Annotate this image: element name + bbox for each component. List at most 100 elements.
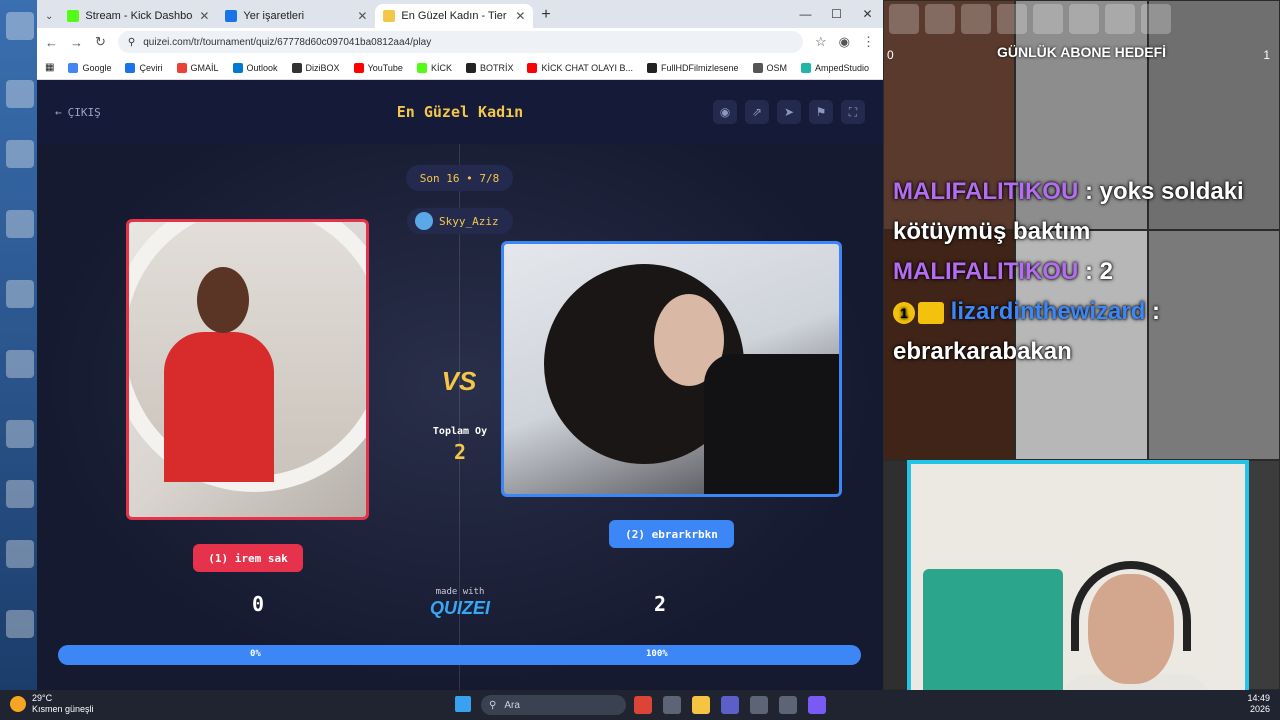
webcam-feed: [907, 460, 1249, 690]
bookmark-label: DiziBOX: [305, 62, 340, 73]
window-controls: — ☐ ✕: [790, 0, 883, 28]
desktop-icon[interactable]: [6, 80, 34, 108]
chat-overlay: MALIFALITIKOU : yoks soldaki kötüymüş ba…: [893, 172, 1273, 372]
app-shortcut-icon[interactable]: [889, 4, 919, 34]
back-button[interactable]: ←: [45, 35, 58, 50]
tab-search-icon[interactable]: ⌄: [45, 11, 53, 22]
clock[interactable]: 14:49 2026: [1247, 693, 1270, 715]
time: 14:49: [1247, 693, 1270, 703]
app-shortcut-icon[interactable]: [1141, 4, 1171, 34]
steam-icon[interactable]: [1033, 4, 1063, 34]
vote-progress-bar: 0% 100%: [58, 645, 861, 665]
send-icon[interactable]: ➤: [777, 100, 801, 124]
desktop-icon[interactable]: [6, 210, 34, 238]
desktop-icon[interactable]: [6, 280, 34, 308]
start-button[interactable]: [455, 696, 471, 712]
kick-icon: [416, 62, 427, 73]
kick-icon: [67, 10, 80, 22]
chrome-icon[interactable]: [634, 696, 652, 714]
chat-username: lizardinthewizard: [950, 298, 1146, 325]
chat-message: MALIFALITIKOU : 2: [893, 252, 1273, 292]
contestant-left-name[interactable]: (1) irem sak: [193, 544, 303, 572]
bookmark-osm[interactable]: OSM: [752, 62, 787, 73]
bookmark-google[interactable]: Google: [68, 62, 111, 73]
bookmark-fullhd[interactable]: FullHDFilmizlesene: [647, 62, 739, 73]
desktop-icon[interactable]: [6, 420, 34, 448]
exit-button[interactable]: ← ÇIKIŞ: [55, 106, 101, 119]
desktop-icon[interactable]: [6, 140, 34, 168]
app-shortcut-icon[interactable]: [1069, 4, 1099, 34]
contestant-right-name[interactable]: (2) ebrarkrbkn: [609, 520, 734, 548]
bookmark-label: KİCK CHAT OLAYI B...: [541, 62, 633, 73]
teams-icon[interactable]: [721, 696, 739, 714]
obs-icon[interactable]: [961, 4, 991, 34]
menu-icon[interactable]: ⋮: [862, 34, 875, 50]
bookmark-dizibox[interactable]: DiziBOX: [291, 62, 340, 73]
bookmark-label: BOTRİX: [479, 62, 514, 73]
desktop-icon[interactable]: [6, 610, 34, 638]
app-icon[interactable]: [663, 696, 681, 714]
taskbar-search[interactable]: ⚲ Ara: [481, 695, 626, 715]
bookmark-outlook[interactable]: Outlook: [232, 62, 278, 73]
bookmark-youtube[interactable]: YouTube: [353, 62, 403, 73]
bookmark-amped[interactable]: AmpedStudio: [801, 62, 869, 73]
contestant-left-card[interactable]: [126, 219, 369, 520]
site-info-icon[interactable]: ⚲: [128, 37, 135, 48]
apps-icon[interactable]: ▦: [45, 62, 54, 73]
share-icon[interactable]: ⇗: [745, 100, 769, 124]
temperature: 29°C: [32, 693, 53, 703]
desktop-icon[interactable]: [6, 12, 34, 40]
app-shortcut-icon[interactable]: [925, 4, 955, 34]
profile-icon[interactable]: ◉: [839, 34, 850, 50]
bookmark-ceviri[interactable]: Çeviri: [125, 62, 163, 73]
fullscreen-icon[interactable]: ⛶: [841, 100, 865, 124]
close-tab-icon[interactable]: ✕: [357, 9, 367, 23]
quizei-logo[interactable]: QUIZEI: [422, 598, 498, 619]
bookmark-label: YouTube: [367, 62, 403, 73]
goal-target: 1: [1263, 48, 1270, 62]
app-icon[interactable]: [808, 696, 826, 714]
weather-widget[interactable]: 29°C Kısmen güneşli: [10, 693, 94, 715]
gmail-icon: [176, 62, 187, 73]
tab-bookmarks[interactable]: Yer işaretleri ✕: [217, 4, 375, 28]
bookmark-star-icon[interactable]: ☆: [815, 34, 827, 50]
app-shortcut-icon[interactable]: [997, 4, 1027, 34]
app-icon[interactable]: [750, 696, 768, 714]
minimize-button[interactable]: —: [790, 0, 821, 28]
url-field[interactable]: ⚲ quizei.com/tr/tournament/quiz/67778d60…: [117, 31, 803, 53]
date: 2026: [1249, 704, 1270, 714]
forward-button[interactable]: →: [70, 35, 83, 50]
windows-taskbar: 29°C Kısmen güneşli ⚲ Ara 14:49 2026: [0, 690, 1280, 720]
url-text: quizei.com/tr/tournament/quiz/67778d60c0…: [143, 36, 432, 48]
desktop-icon[interactable]: [6, 480, 34, 508]
desktop-icon[interactable]: [6, 350, 34, 378]
eye-icon[interactable]: ◉: [713, 100, 737, 124]
amped-icon: [801, 62, 812, 73]
folder-icon[interactable]: [692, 696, 710, 714]
bookmark-kick[interactable]: KİCK: [416, 62, 452, 73]
desktop-icon[interactable]: [6, 540, 34, 568]
folder-icon[interactable]: [1105, 4, 1135, 34]
tab-kick-dashboard[interactable]: Stream - Kick Dashboard ✕: [59, 4, 217, 28]
maximize-button[interactable]: ☐: [821, 0, 852, 28]
bookmark-gmail[interactable]: GMAİL: [176, 62, 219, 73]
bookmark-kick-chat[interactable]: KİCK CHAT OLAYI B...: [527, 62, 633, 73]
close-tab-icon[interactable]: ✕: [199, 9, 209, 23]
weather-text: Kısmen güneşli: [32, 704, 94, 714]
reload-button[interactable]: ↻: [95, 34, 106, 50]
osm-icon: [752, 62, 763, 73]
tab-title: En Güzel Kadın - Tier List, Kör S: [401, 10, 509, 22]
stream-overlay: 0 GÜNLÜK ABONE HEDEFİ 1 MALIFALITIKOU : …: [883, 0, 1280, 690]
close-window-button[interactable]: ✕: [852, 0, 883, 28]
botrix-icon: [465, 62, 476, 73]
flag-icon[interactable]: ⚑: [809, 100, 833, 124]
username: Skyy_Aziz: [439, 214, 499, 228]
new-tab-button[interactable]: +: [541, 6, 550, 24]
tab-quiz[interactable]: En Güzel Kadın - Tier List, Kör S ✕: [375, 4, 534, 28]
close-tab-icon[interactable]: ✕: [515, 9, 525, 23]
search-placeholder: Ara: [504, 699, 520, 711]
app-icon[interactable]: [779, 696, 797, 714]
bookmark-botrix[interactable]: BOTRİX: [465, 62, 514, 73]
contestant-right-card[interactable]: [501, 241, 842, 497]
headset: [1071, 561, 1191, 651]
